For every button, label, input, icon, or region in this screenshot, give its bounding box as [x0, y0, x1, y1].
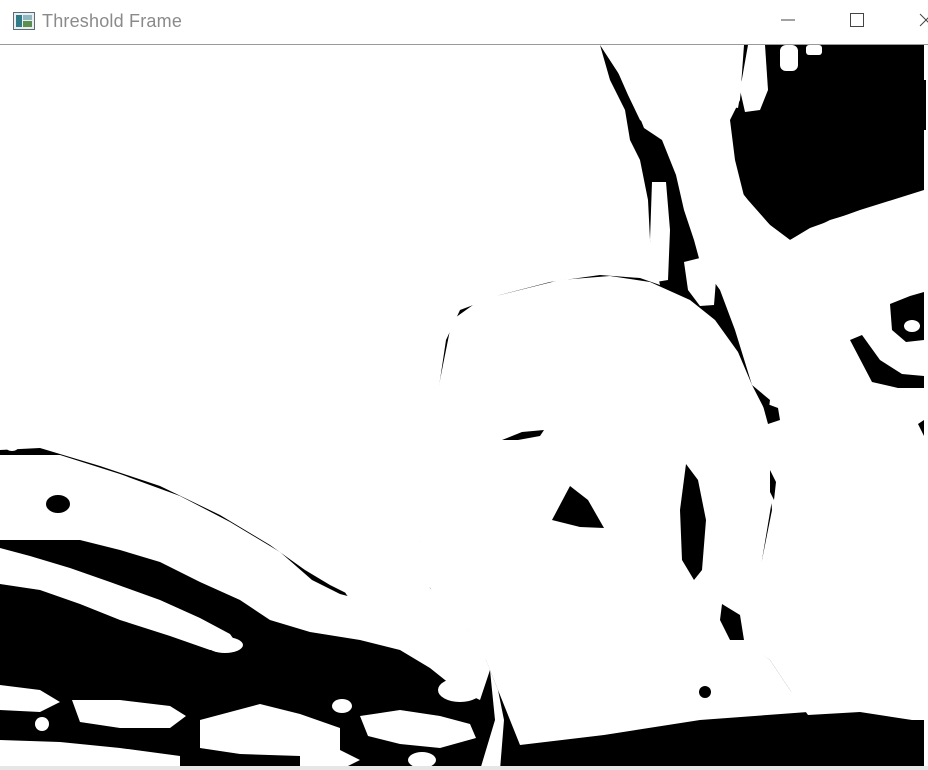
threshold-canvas[interactable] — [0, 45, 928, 770]
window-title: Threshold Frame — [42, 11, 183, 31]
maximize-icon — [850, 12, 864, 32]
close-icon — [919, 13, 928, 32]
minimize-icon — [781, 13, 795, 32]
binary-threshold-image — [0, 45, 928, 770]
close-button[interactable] — [903, 0, 928, 44]
minimize-button[interactable] — [765, 0, 811, 44]
maximize-button[interactable] — [834, 0, 880, 44]
title-bar[interactable]: Threshold Frame — [0, 0, 928, 44]
app-window-icon — [13, 12, 35, 30]
